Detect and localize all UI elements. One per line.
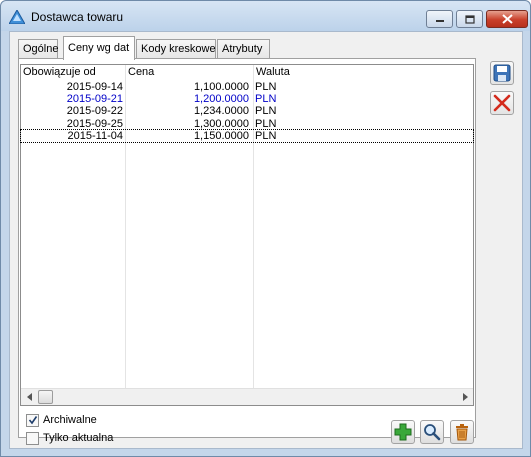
table-row[interactable]: 2015-11-04 1,150.0000 PLN: [20, 128, 474, 143]
maximize-icon: [464, 14, 475, 24]
delete-button[interactable]: [450, 420, 474, 444]
cell-currency: PLN: [255, 129, 277, 142]
tab-ceny-wg-dat[interactable]: Ceny wg dat: [63, 36, 135, 60]
tylko-aktualna-checkbox[interactable]: [26, 431, 39, 445]
cell-currency: PLN: [255, 105, 277, 118]
plus-icon: [394, 423, 412, 441]
cell-date: 2015-09-21: [66, 93, 123, 106]
horizontal-scrollbar[interactable]: [21, 388, 473, 405]
scroll-right-button[interactable]: [456, 389, 473, 405]
red-x-icon: [493, 94, 511, 112]
column-header-date[interactable]: Obowiązuje od: [23, 66, 96, 79]
column-header-currency[interactable]: Waluta: [256, 66, 290, 79]
archiwalne-checkbox[interactable]: [26, 413, 39, 427]
maximize-button[interactable]: [456, 10, 483, 28]
cell-date: 2015-11-04: [67, 129, 123, 142]
save-button[interactable]: [490, 61, 514, 85]
minimize-button[interactable]: [426, 10, 453, 28]
table-row[interactable]: 2015-09-25 1,300.0000 PLN: [21, 118, 473, 130]
close-icon: [501, 14, 513, 24]
tylko-aktualna-label: Tylko aktualna: [43, 432, 114, 444]
tab-ogolne[interactable]: Ogólne: [18, 39, 58, 59]
grid-header: Obowiązuje od Cena Waluta: [21, 66, 473, 79]
arrow-left-icon: [26, 393, 32, 401]
cell-currency: PLN: [255, 117, 277, 130]
cell-price: 1,200.0000: [193, 93, 249, 106]
scrollbar-thumb[interactable]: [38, 390, 53, 404]
cell-currency: PLN: [255, 81, 277, 93]
app-triangle-icon: [9, 10, 25, 24]
archiwalne-label: Archiwalne: [43, 414, 97, 426]
cell-date: 2015-09-14: [66, 81, 123, 93]
preview-button[interactable]: [420, 420, 444, 444]
trash-icon: [456, 424, 468, 441]
price-grid[interactable]: Obowiązuje od Cena Waluta 2015-09-14 1,10…: [20, 64, 474, 406]
cell-price: 1,234.0000: [193, 105, 249, 118]
magnifier-icon: [424, 424, 441, 441]
tab-kody-kreskowe[interactable]: Kody kreskowe: [136, 39, 216, 59]
table-row[interactable]: 2015-09-22 1,234.0000 PLN: [21, 105, 473, 117]
floppy-disk-icon: [493, 64, 511, 82]
arrow-right-icon: [462, 393, 468, 401]
checkmark-icon: [28, 416, 37, 425]
cell-date: 2015-09-25: [66, 117, 123, 130]
window-title: Dostawca towaru: [31, 10, 124, 24]
title-bar[interactable]: Dostawca towaru: [1, 1, 530, 31]
tab-atrybuty[interactable]: Atrybuty: [217, 39, 270, 59]
cell-price: 1,150.0000: [193, 129, 249, 142]
cell-currency: PLN: [255, 93, 277, 106]
scroll-left-button[interactable]: [21, 389, 38, 405]
tylko-aktualna-option[interactable]: Tylko aktualna: [26, 431, 113, 445]
cancel-button[interactable]: [490, 91, 514, 115]
table-row[interactable]: 2015-09-14 1,100.0000 PLN: [21, 81, 473, 93]
column-header-price[interactable]: Cena: [128, 66, 154, 79]
cell-date: 2015-09-22: [66, 105, 123, 118]
dialog-body: Ogólne Ceny wg dat Kody kreskowe Atrybut…: [9, 31, 523, 449]
minimize-icon: [435, 20, 444, 22]
dialog-window: Dostawca towaru Ogólne Ceny wg dat Kody …: [0, 0, 531, 457]
add-button[interactable]: [391, 420, 415, 444]
cell-price: 1,100.0000: [193, 81, 249, 93]
cell-price: 1,300.0000: [193, 117, 249, 130]
archiwalne-option[interactable]: Archiwalne: [26, 413, 97, 427]
table-row[interactable]: 2015-09-21 1,200.0000 PLN: [21, 93, 473, 105]
close-button[interactable]: [486, 10, 528, 28]
